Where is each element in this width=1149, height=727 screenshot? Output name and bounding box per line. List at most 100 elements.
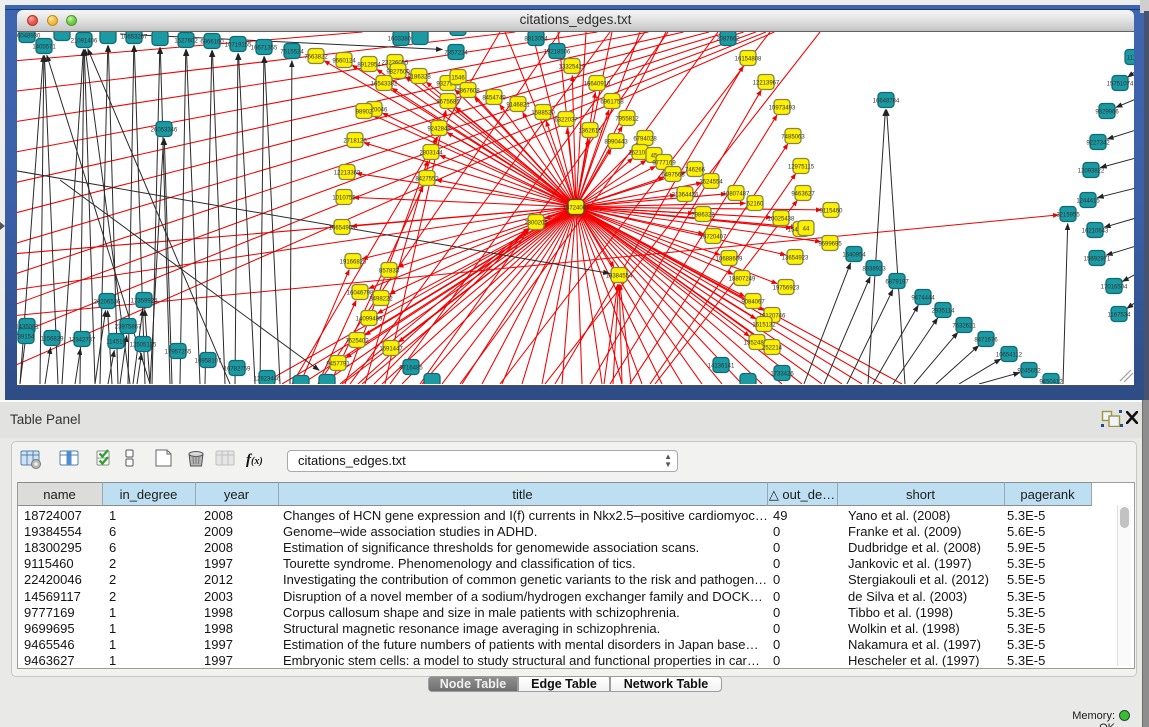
svg-text:16782759: 16782759 bbox=[224, 367, 251, 373]
svg-text:8186328: 8186328 bbox=[407, 75, 431, 81]
svg-text:9474444: 9474444 bbox=[911, 296, 935, 302]
svg-text:9450412: 9450412 bbox=[1039, 380, 1063, 385]
svg-text:12975115: 12975115 bbox=[788, 165, 815, 171]
svg-text:8813054: 8813054 bbox=[524, 37, 548, 43]
svg-text:9146821: 9146821 bbox=[506, 103, 530, 109]
svg-text:9084067: 9084067 bbox=[741, 300, 765, 306]
svg-text:1117: 1117 bbox=[1127, 56, 1134, 62]
svg-text:9777169: 9777169 bbox=[652, 161, 676, 167]
svg-text:3498222: 3498222 bbox=[369, 297, 393, 303]
svg-text:9245652: 9245652 bbox=[1017, 369, 1041, 375]
svg-text:15640910: 15640910 bbox=[584, 82, 611, 88]
svg-text:1640954: 1640954 bbox=[842, 253, 866, 259]
svg-text:39154: 39154 bbox=[18, 335, 35, 341]
svg-text:1527602: 1527602 bbox=[174, 39, 198, 45]
svg-text:10025438: 10025438 bbox=[768, 217, 795, 223]
svg-text:7663822: 7663822 bbox=[304, 55, 328, 61]
svg-text:2087662: 2087662 bbox=[716, 37, 740, 43]
svg-text:6966160: 6966160 bbox=[200, 40, 224, 46]
svg-text:1733426: 1733426 bbox=[770, 372, 794, 378]
svg-text:12342737: 12342737 bbox=[69, 338, 96, 344]
svg-text:16033809: 16033809 bbox=[388, 37, 415, 43]
svg-text:3215955: 3215955 bbox=[1056, 213, 1080, 219]
svg-text:1362615: 1362615 bbox=[578, 129, 602, 135]
svg-text:12505135: 12505135 bbox=[130, 343, 157, 349]
svg-text:21091406: 21091406 bbox=[71, 39, 98, 45]
svg-text:6879197: 6879197 bbox=[885, 280, 909, 286]
svg-text:17957255: 17957255 bbox=[165, 350, 192, 356]
svg-text:10958107: 10958107 bbox=[195, 359, 222, 365]
svg-text:18724007: 18724007 bbox=[563, 206, 590, 212]
svg-text:20206536: 20206536 bbox=[94, 300, 121, 306]
svg-text:13325419: 13325419 bbox=[559, 65, 586, 71]
svg-text:9329966: 9329966 bbox=[1095, 110, 1119, 116]
svg-text:98902: 98902 bbox=[356, 110, 373, 116]
svg-text:10807487: 10807487 bbox=[723, 192, 750, 198]
svg-text:6497568: 6497568 bbox=[661, 173, 685, 179]
svg-text:2300205: 2300205 bbox=[524, 221, 548, 227]
svg-text:1691447: 1691447 bbox=[379, 347, 403, 353]
svg-text:19384554: 19384554 bbox=[606, 274, 633, 280]
svg-text:9242848: 9242848 bbox=[427, 127, 451, 133]
svg-text:19166825: 19166825 bbox=[340, 260, 367, 266]
svg-text:10719155: 10719155 bbox=[225, 43, 252, 49]
svg-text:9463627: 9463627 bbox=[791, 192, 815, 198]
svg-text:6961758: 6961758 bbox=[600, 100, 624, 106]
svg-text:10688609: 10688609 bbox=[716, 257, 743, 263]
svg-text:7986322: 7986322 bbox=[691, 213, 715, 219]
svg-text:6794028: 6794028 bbox=[633, 137, 657, 143]
svg-text:17359924: 17359924 bbox=[131, 299, 158, 305]
svg-text:3624554: 3624554 bbox=[699, 180, 723, 186]
svg-text:f(x): f(x) bbox=[246, 452, 263, 468]
svg-text:16671355: 16671355 bbox=[251, 46, 278, 52]
svg-text:16543382: 16543382 bbox=[371, 82, 398, 88]
svg-text:8427552: 8427552 bbox=[415, 177, 439, 183]
svg-text:7515524: 7515524 bbox=[280, 50, 304, 56]
svg-text:16648784: 16648784 bbox=[873, 99, 900, 105]
svg-text:9699695: 9699695 bbox=[818, 242, 842, 248]
svg-text:1405571: 1405571 bbox=[32, 45, 56, 51]
svg-text:2718126: 2718126 bbox=[343, 139, 367, 145]
svg-text:12213369: 12213369 bbox=[334, 171, 361, 177]
svg-text:13654923: 13654923 bbox=[782, 256, 809, 262]
svg-text:12923446: 12923446 bbox=[254, 377, 281, 383]
svg-text:252214: 252214 bbox=[762, 346, 783, 352]
svg-text:8990443: 8990443 bbox=[604, 140, 628, 146]
svg-text:8938923: 8938923 bbox=[862, 267, 886, 273]
svg-text:1156829: 1156829 bbox=[41, 337, 65, 343]
svg-text:15692971: 15692971 bbox=[1084, 257, 1111, 263]
svg-text:15751074: 15751074 bbox=[1107, 82, 1134, 88]
svg-text:1010755: 1010755 bbox=[332, 196, 356, 202]
svg-text:857833: 857833 bbox=[379, 269, 400, 275]
svg-text:14136141: 14136141 bbox=[708, 364, 735, 370]
svg-text:114519: 114519 bbox=[106, 340, 126, 346]
svg-text:16154808: 16154808 bbox=[735, 57, 762, 63]
svg-text:18807249: 18807249 bbox=[729, 277, 756, 283]
svg-text:19218506: 19218506 bbox=[544, 50, 571, 56]
svg-text:44: 44 bbox=[803, 227, 810, 233]
svg-text:12093822: 12093822 bbox=[1078, 169, 1105, 175]
svg-text:1167534: 1167534 bbox=[1108, 313, 1132, 319]
svg-text:15720407: 15720407 bbox=[700, 235, 727, 241]
svg-text:8912954: 8912954 bbox=[357, 63, 381, 69]
svg-text:2935114: 2935114 bbox=[932, 309, 956, 315]
svg-text:1588520: 1588520 bbox=[531, 111, 555, 117]
svg-text:14099489: 14099489 bbox=[356, 317, 383, 323]
svg-text:746266: 746266 bbox=[685, 168, 706, 174]
svg-text:16210643: 16210643 bbox=[1082, 229, 1109, 235]
svg-text:2803144: 2803144 bbox=[419, 151, 443, 157]
svg-text:7357224: 7357224 bbox=[444, 51, 468, 57]
svg-text:10973493: 10973493 bbox=[769, 106, 796, 112]
svg-text:1244415: 1244415 bbox=[1076, 199, 1100, 205]
svg-text:23975867: 23975867 bbox=[115, 325, 142, 331]
svg-text:3675685: 3675685 bbox=[436, 100, 460, 106]
svg-text:19756923: 19756923 bbox=[773, 286, 800, 292]
svg-text:7625402: 7625402 bbox=[345, 339, 369, 345]
svg-text:9457791: 9457791 bbox=[326, 362, 350, 368]
svg-text:10654112: 10654112 bbox=[996, 353, 1023, 359]
svg-text:1546: 1546 bbox=[451, 76, 465, 82]
svg-text:8471676: 8471676 bbox=[974, 338, 998, 344]
svg-text:62160: 62160 bbox=[747, 202, 764, 208]
svg-text:7485063: 7485063 bbox=[781, 135, 805, 141]
svg-text:7632621: 7632621 bbox=[952, 324, 976, 330]
